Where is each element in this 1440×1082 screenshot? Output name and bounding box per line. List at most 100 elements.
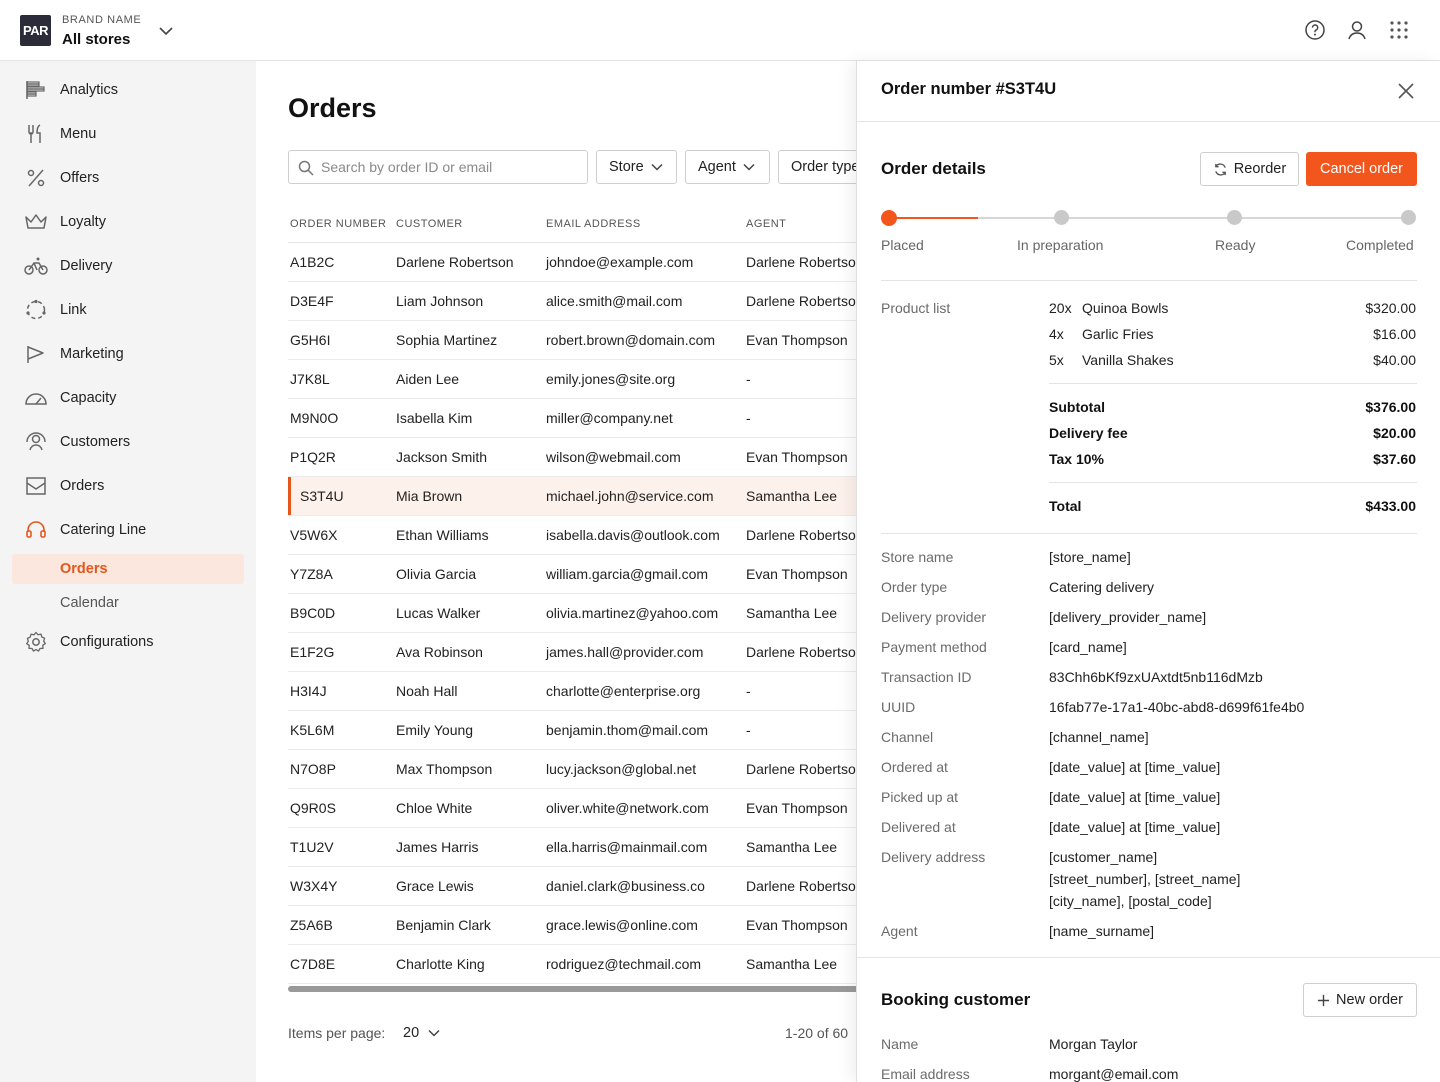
apps-grid-icon[interactable] — [1388, 19, 1410, 41]
subtotal-label: Subtotal — [1049, 399, 1105, 415]
store-filter[interactable]: Store — [596, 150, 677, 184]
order-number-cell: N7O8P — [288, 749, 394, 789]
sidebar-item-label: Configurations — [60, 634, 154, 650]
table-row[interactable]: P1Q2R Jackson Smith wilson@webmail.com Evan… — [288, 437, 856, 477]
sidebar-item-label: Marketing — [60, 346, 124, 362]
top-bar: PAR BRAND NAME All stores — [0, 0, 1440, 61]
column-header[interactable]: EMAIL ADDRESS — [544, 206, 744, 243]
order-number-cell: Z5A6B — [288, 905, 394, 945]
table-row[interactable]: A1B2C Darlene Robertson johndoe@example.co… — [288, 242, 856, 282]
horizontal-scrollbar[interactable] — [288, 986, 856, 992]
email-cell: johndoe@example.com — [544, 242, 744, 282]
items-per-page-select[interactable]: 20 — [403, 1025, 441, 1041]
table-row[interactable]: B9C0D Lucas Walker olivia.martinez@yahoo.c… — [288, 593, 856, 633]
sidebar-item-customers[interactable]: Customers — [12, 427, 244, 457]
product-price: $320.00 — [1365, 300, 1416, 316]
table-row[interactable]: Z5A6B Benjamin Clark grace.lewis@online.co… — [288, 905, 856, 945]
crown-icon — [25, 214, 47, 229]
pagination-range: 1-20 of 60 — [785, 1025, 849, 1041]
progress-fill — [889, 217, 978, 219]
info-label: Delivered at — [881, 819, 956, 835]
order-number-cell: J7K8L — [288, 359, 394, 399]
column-header[interactable]: AGENT — [744, 206, 856, 243]
table-row[interactable]: E1F2G Ava Robinson james.hall@provider.com… — [288, 632, 856, 672]
info-label: Store name — [881, 549, 954, 565]
sidebar-item-delivery[interactable]: Delivery — [12, 251, 244, 281]
order-type-filter[interactable]: Order type — [778, 150, 856, 184]
table-row[interactable]: M9N0O Isabella Kim miller@company.net - — [288, 398, 856, 438]
order-number-cell: W3X4Y — [288, 866, 394, 906]
step-label: Completed — [1346, 237, 1414, 253]
new-order-button[interactable]: New order — [1303, 983, 1417, 1017]
table-row[interactable]: Y7Z8A Olivia Garcia william.garcia@gmail.c… — [288, 554, 856, 594]
table-row[interactable]: G5H6I Sophia Martinez robert.brown@domain.… — [288, 320, 856, 360]
customer-name-label: Name — [881, 1036, 919, 1052]
sidebar-subitem-calendar[interactable]: Calendar — [12, 588, 244, 618]
sidebar-item-link[interactable]: Link — [12, 295, 244, 325]
customer-cell: Benjamin Clark — [394, 905, 544, 945]
email-cell: james.hall@provider.com — [544, 632, 744, 672]
agent-cell: Samantha Lee — [744, 593, 856, 633]
table-row[interactable]: H3I4J Noah Hall charlotte@enterprise.org - — [288, 671, 856, 711]
sidebar-item-loyalty[interactable]: Loyalty — [12, 207, 244, 237]
agent-filter[interactable]: Agent — [685, 150, 770, 184]
info-label: Order type — [881, 579, 948, 595]
sidebar-item-marketing[interactable]: Marketing — [12, 339, 244, 369]
sidebar-subitem-label: Calendar — [60, 595, 119, 611]
sidebar-item-capacity[interactable]: Capacity — [12, 383, 244, 413]
table-row[interactable]: Q9R0S Chloe White oliver.white@network.com… — [288, 788, 856, 828]
step-label: Ready — [1215, 237, 1256, 253]
tax-label: Tax 10% — [1049, 451, 1104, 467]
agent-cell: Darlene Robertson — [744, 515, 856, 555]
sidebar-item-label: Menu — [60, 126, 97, 142]
table-row[interactable]: D3E4F Liam Johnson alice.smith@mail.com Dar… — [288, 281, 856, 321]
table-row[interactable]: C7D8E Charlotte King rodriguez@techmail.co… — [288, 944, 856, 984]
reorder-button[interactable]: Reorder — [1200, 152, 1299, 186]
order-detail-panel: Order number #S3T4U Order details Reorde… — [856, 61, 1440, 1082]
product-name: Quinoa Bowls — [1082, 300, 1169, 316]
agent-cell: Samantha Lee — [744, 944, 856, 984]
sidebar-item-menu[interactable]: Menu — [12, 119, 244, 149]
agent-cell: Evan Thompson — [744, 554, 856, 594]
product-price: $16.00 — [1373, 326, 1416, 342]
email-cell: daniel.clark@business.co — [544, 866, 744, 906]
store-selector[interactable]: All stores — [62, 31, 130, 48]
percent-icon — [27, 169, 45, 187]
sidebar-item-orders[interactable]: Orders — [12, 471, 244, 501]
table-row[interactable]: S3T4U Mia Brown michael.john@service.com Sa… — [288, 476, 856, 516]
divider — [881, 280, 1417, 281]
sidebar-item-offers[interactable]: Offers — [12, 163, 244, 193]
email-cell: robert.brown@domain.com — [544, 320, 744, 360]
search-input[interactable] — [321, 157, 581, 177]
sidebar-item-configurations[interactable]: Configurations — [12, 627, 244, 657]
brand-logo[interactable]: PAR — [20, 15, 51, 46]
table-row[interactable]: J7K8L Aiden Lee emily.jones@site.org - — [288, 359, 856, 399]
product-qty: 5x — [1049, 352, 1064, 368]
email-cell: charlotte@enterprise.org — [544, 671, 744, 711]
table-row[interactable]: V5W6X Ethan Williams isabella.davis@outloo… — [288, 515, 856, 555]
table-row[interactable]: T1U2V James Harris ella.harris@mainmail.co… — [288, 827, 856, 867]
search-box[interactable] — [288, 150, 588, 184]
sidebar-item-catering-line[interactable]: Catering Line — [12, 515, 244, 545]
chevron-down-icon[interactable] — [157, 22, 175, 40]
divider — [881, 533, 1417, 534]
customer-cell: Chloe White — [394, 788, 544, 828]
table-row[interactable]: W3X4Y Grace Lewis daniel.clark@business.co… — [288, 866, 856, 906]
table-row[interactable]: N7O8P Max Thompson lucy.jackson@global.net… — [288, 749, 856, 789]
column-header[interactable]: ORDER NUMBER — [288, 206, 394, 243]
user-icon[interactable] — [1346, 19, 1368, 41]
sidebar-item-analytics[interactable]: Analytics — [12, 75, 244, 105]
customer-cell: James Harris — [394, 827, 544, 867]
filter-label: Agent — [698, 159, 736, 175]
customer-cell: Ethan Williams — [394, 515, 544, 555]
table-row[interactable]: K5L6M Emily Young benjamin.thom@mail.com - — [288, 710, 856, 750]
close-icon[interactable] — [1396, 81, 1416, 101]
delivery-address-line: [customer_name] — [1049, 849, 1158, 865]
sidebar-subitem-orders[interactable]: Orders — [12, 554, 244, 584]
email-cell: grace.lewis@online.com — [544, 905, 744, 945]
customer-cell: Mia Brown — [394, 476, 544, 516]
help-icon[interactable] — [1304, 19, 1326, 41]
order-number-cell: P1Q2R — [288, 437, 394, 477]
column-header[interactable]: CUSTOMER — [394, 206, 544, 243]
cancel-order-button[interactable]: Cancel order — [1306, 152, 1417, 186]
